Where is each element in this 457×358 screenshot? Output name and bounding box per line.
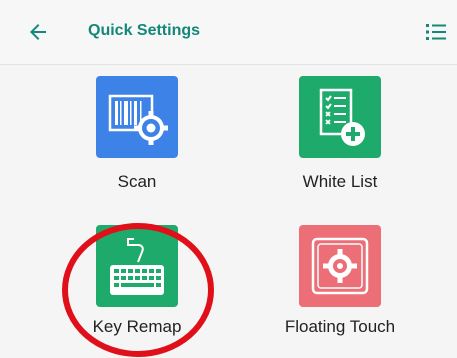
list-icon: [426, 24, 446, 40]
page-title: Quick Settings: [88, 22, 201, 39]
floating-touch-tile[interactable]: Floating Touch: [245, 225, 435, 355]
back-button[interactable]: [26, 20, 50, 44]
arrow-left-icon: [30, 24, 46, 40]
scan-tile[interactable]: Scan: [42, 76, 232, 206]
key-remap-label: Key Remap: [92, 317, 182, 336]
checklist-add-icon: [319, 88, 365, 146]
app-bar: Quick Settings: [0, 0, 457, 65]
menu-button[interactable]: [424, 20, 448, 44]
barcode-gear-icon: [108, 94, 168, 145]
floating-touch-label: Floating Touch: [284, 317, 396, 336]
key-remap-tile[interactable]: Key Remap: [42, 225, 232, 355]
scan-icon-box: [96, 76, 178, 158]
floating-touch-icon-box: [299, 225, 381, 307]
gear-frame-icon: [311, 237, 369, 295]
key-remap-icon-box: [96, 225, 178, 307]
white-list-icon-box: [299, 76, 381, 158]
keyboard-icon: [110, 238, 164, 295]
white-list-label: White List: [302, 172, 378, 191]
white-list-tile[interactable]: White List: [245, 76, 435, 206]
scan-label: Scan: [117, 172, 157, 191]
